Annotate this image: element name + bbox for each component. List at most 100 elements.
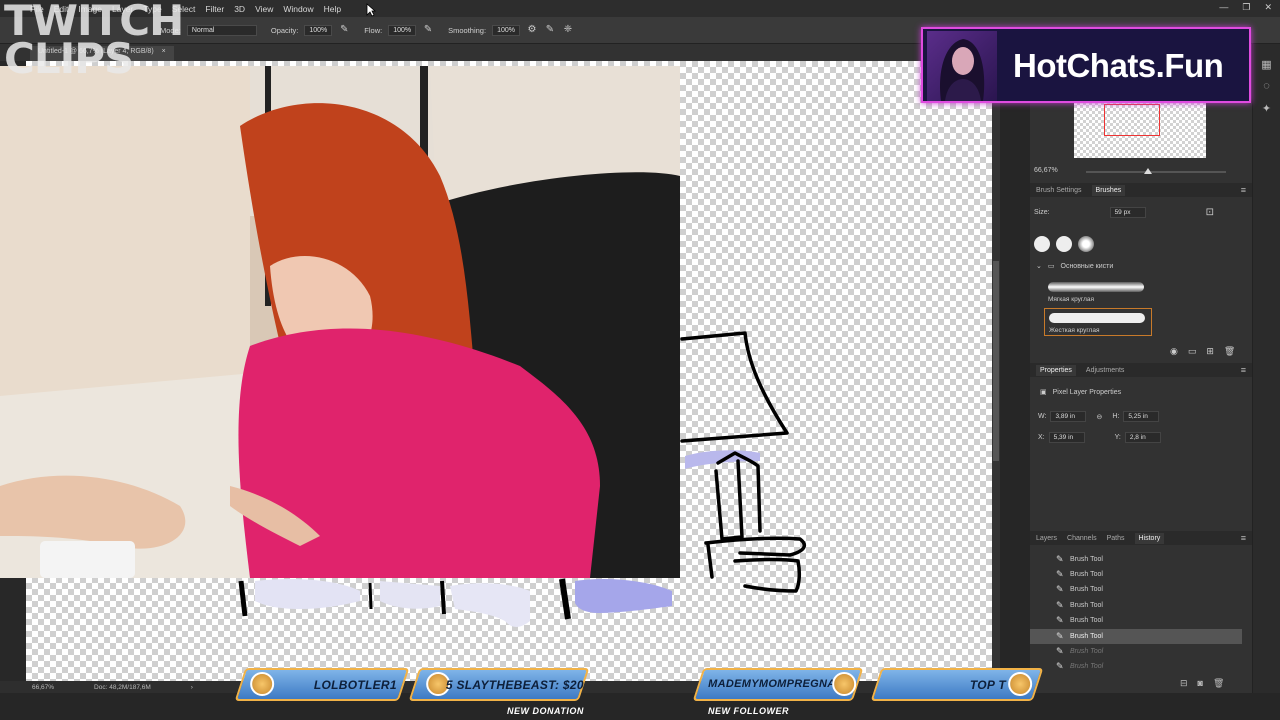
trash-icon[interactable]: 🗑 [1213, 678, 1224, 689]
navigator-preview[interactable] [1074, 102, 1206, 158]
brush-item-hard-round[interactable]: Жесткая круглая [1044, 308, 1152, 336]
history-item[interactable]: ✎ Brush Tool [1030, 582, 1242, 597]
opacity-field[interactable]: 100% [304, 24, 333, 36]
history-item-undone[interactable]: ✎ Brush Tool [1030, 659, 1242, 674]
tab-adjustments[interactable]: Adjustments [1086, 367, 1125, 374]
eye-icon[interactable]: ◉ [1170, 346, 1178, 357]
minimize-icon[interactable]: — [1219, 2, 1228, 13]
symmetry-icon[interactable]: ❈ [562, 24, 574, 36]
new-document-from-state-icon[interactable]: ⊟ [1180, 678, 1188, 689]
navigator-zoom[interactable]: 66,67% [1034, 167, 1058, 174]
new-brush-icon[interactable]: ⊡ [1206, 207, 1214, 218]
link-icon[interactable]: ⊖ [1096, 413, 1102, 421]
camera-icon[interactable]: ◙ [1198, 678, 1203, 689]
tab-properties[interactable]: Properties [1036, 364, 1076, 376]
properties-panel-header: Properties Adjustments ≡ [1030, 363, 1252, 377]
history-item[interactable]: ✎ Brush Tool [1030, 598, 1242, 613]
webcam-overlay [0, 66, 680, 578]
opacity-label: Opacity: [270, 25, 299, 35]
brush-size-field[interactable]: 59 px [1109, 207, 1146, 218]
coin-icon [1008, 672, 1033, 696]
tab-paths[interactable]: Paths [1107, 535, 1125, 542]
panel-menu-icon[interactable]: ≡ [1241, 185, 1246, 195]
height-field[interactable]: 5,25 in [1123, 411, 1160, 422]
panel-icon-strip: ▦ ◌ ✦ [1252, 44, 1280, 693]
x-label: X: [1038, 434, 1045, 441]
brush-group-row[interactable]: ⌄ ▭ Основные кисти [1036, 262, 1114, 271]
pressure-opacity-icon[interactable]: ✎ [338, 24, 350, 36]
history-item-label: Brush Tool [1070, 556, 1103, 563]
status-arrow-icon[interactable]: › [191, 684, 193, 691]
panel-menu-icon[interactable]: ≡ [1241, 533, 1246, 543]
history-item-label: Brush Tool [1070, 633, 1103, 640]
alert-follower: MADEMYMOMPREGNANT [692, 668, 864, 701]
caption-new-donation: NEW DONATION [507, 706, 584, 716]
folder-icon: ▭ [1047, 263, 1055, 270]
properties-header-row: ▣ Pixel Layer Properties [1040, 388, 1122, 397]
tab-history[interactable]: History [1134, 532, 1165, 544]
flow-field[interactable]: 100% [388, 24, 417, 36]
brush-icon: ✎ [1056, 661, 1064, 671]
restore-icon[interactable]: ❐ [1242, 2, 1250, 13]
brush-tip-hard-2[interactable] [1056, 236, 1072, 252]
history-item[interactable]: ✎ Brush Tool [1030, 552, 1242, 567]
navigator-zoom-slider[interactable] [1086, 168, 1226, 174]
close-icon[interactable]: ✕ [1264, 2, 1272, 13]
gear-icon[interactable]: ⚙ [526, 24, 538, 36]
menu-filter[interactable]: Filter [205, 4, 224, 14]
pressure-size-icon[interactable]: ✎ [544, 24, 556, 36]
navigator-icon[interactable]: ▦ [1260, 58, 1274, 72]
webcam-scene [0, 66, 680, 578]
brush-item-soft-round[interactable]: Мягкая круглая [1044, 278, 1152, 306]
x-field[interactable]: 5,39 in [1048, 432, 1085, 443]
right-panel-dock: 66,67% Brush Settings Brushes ≡ Size: 59… [1030, 44, 1252, 693]
window-controls: — ❐ ✕ [1219, 2, 1272, 13]
brush-item-label: Жесткая круглая [1049, 327, 1100, 334]
hotchats-ad-banner[interactable]: HotChats.Fun [921, 27, 1251, 103]
menu-view[interactable]: View [255, 4, 273, 14]
user-icon [250, 672, 275, 696]
y-field[interactable]: 2,8 in [1124, 432, 1161, 443]
navigator-view-box[interactable] [1104, 104, 1160, 136]
tab-channels[interactable]: Channels [1067, 535, 1097, 542]
width-field[interactable]: 3,89 in [1050, 411, 1087, 422]
menu-3d[interactable]: 3D [234, 4, 245, 14]
panel-menu-icon[interactable]: ≡ [1241, 365, 1246, 375]
avatar-figure [939, 39, 985, 101]
color-icon[interactable]: ✦ [1260, 102, 1274, 116]
brush-icon: ✎ [1056, 554, 1064, 564]
new-icon[interactable]: ⊞ [1206, 346, 1214, 357]
history-item-label: Brush Tool [1070, 663, 1104, 670]
height-label: H: [1112, 413, 1120, 420]
brush-group-name: Основные кисти [1060, 262, 1114, 270]
properties-header: Pixel Layer Properties [1052, 388, 1122, 396]
tab-brushes[interactable]: Brushes [1091, 184, 1126, 196]
tab-layers[interactable]: Layers [1036, 535, 1057, 542]
folder-icon[interactable]: ▭ [1188, 346, 1197, 357]
alert-latest-follower: LOLBOTLER1 [234, 668, 410, 701]
trash-icon[interactable]: 🗑 [1224, 346, 1235, 357]
brush-panel-actions: ◉ ▭ ⊞ 🗑 [1170, 346, 1235, 357]
history-item[interactable]: ✎ Brush Tool [1030, 613, 1242, 628]
airbrush-icon[interactable]: ✎ [422, 24, 434, 36]
brush-tip-hard[interactable] [1034, 236, 1050, 252]
slider-knob[interactable] [1144, 168, 1152, 174]
chevron-down-icon[interactable]: ⌄ [1036, 262, 1042, 270]
history-item[interactable]: ✎ Brush Tool [1030, 567, 1242, 582]
status-doc-size: Doc: 48,2M/187,6M [94, 683, 151, 691]
alert-text: LOLBOTLER1 [313, 678, 397, 692]
mode-select[interactable]: Normal [186, 24, 257, 36]
menu-window[interactable]: Window [283, 4, 313, 14]
recent-brush-tips [1034, 236, 1094, 252]
status-zoom[interactable]: 66,67% [32, 684, 54, 691]
tab-brush-settings[interactable]: Brush Settings [1036, 187, 1082, 194]
brush-tip-soft[interactable] [1078, 236, 1094, 252]
history-item-selected[interactable]: ✎ Brush Tool [1030, 629, 1242, 644]
history-item-undone[interactable]: ✎ Brush Tool [1030, 644, 1242, 659]
mouse-cursor-icon [366, 3, 376, 17]
info-icon[interactable]: ◌ [1260, 80, 1274, 94]
menu-help[interactable]: Help [324, 4, 341, 14]
brush-size-row: Size: 59 px ⊡ [1034, 207, 1214, 218]
smoothing-field[interactable]: 100% [492, 24, 520, 36]
brush-item-label: Мягкая круглая [1048, 296, 1095, 303]
